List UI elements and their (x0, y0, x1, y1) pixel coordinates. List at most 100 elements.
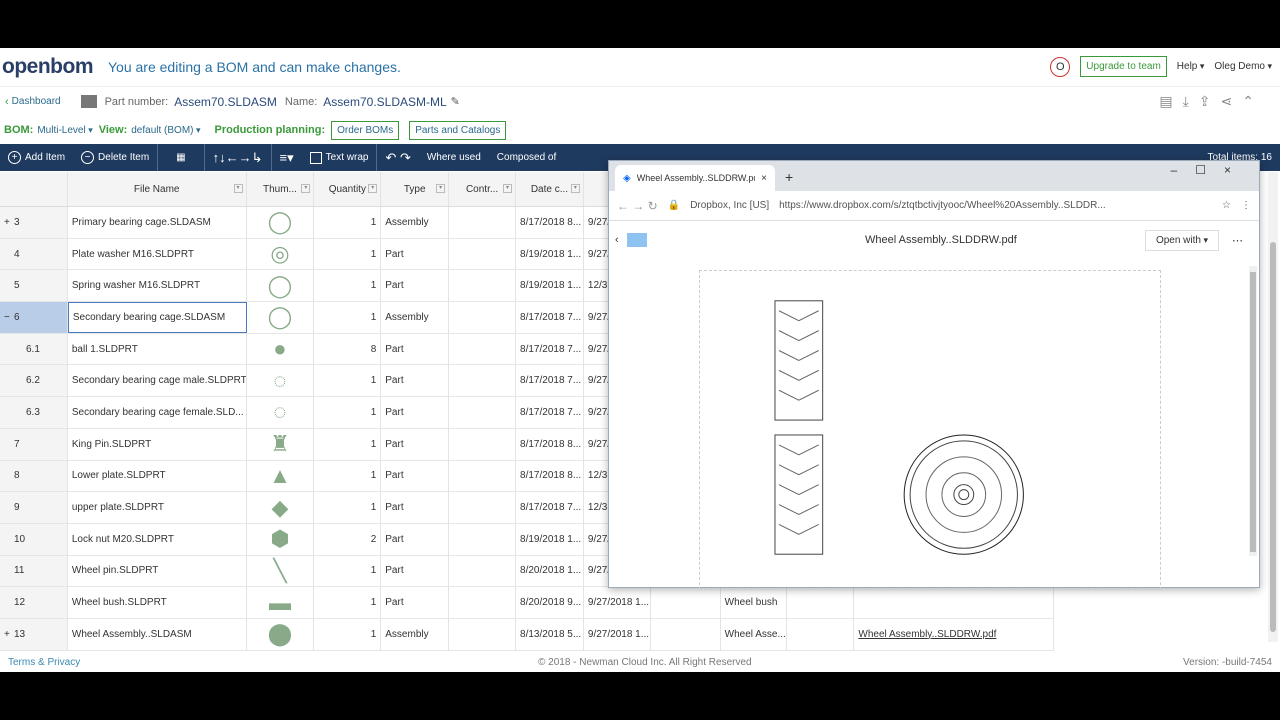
contr-cell[interactable] (449, 618, 517, 650)
quantity-cell[interactable]: 1 (314, 302, 382, 333)
type-cell[interactable]: Assembly (381, 302, 450, 333)
part-thumbnail-icon[interactable]: ◆ (258, 494, 302, 522)
file-name-cell[interactable]: Secondary bearing cage female.SLD... (68, 397, 247, 428)
file-name-cell[interactable]: King Pin.SLDPRT (68, 428, 247, 460)
type-cell[interactable]: Part (381, 270, 450, 302)
contr-cell[interactable] (449, 460, 517, 492)
empty-cell[interactable] (651, 587, 721, 618)
drawing-link-cell[interactable] (854, 587, 1054, 618)
thumbnail-icon[interactable]: ◌ (247, 397, 315, 428)
row-number[interactable]: 6.1 (0, 333, 68, 365)
contr-cell[interactable] (449, 270, 517, 302)
thumbnail-icon[interactable]: ⬢ (247, 523, 315, 555)
thumbnail-icon[interactable]: ● (247, 333, 315, 365)
file-name-cell[interactable]: Wheel bush.SLDPRT (68, 587, 247, 618)
align-icon[interactable]: ≡▾ (272, 144, 302, 171)
contr-cell[interactable] (449, 428, 517, 460)
column-header-1[interactable]: File Name ▾ (68, 172, 247, 206)
filter-icon[interactable]: ▾ (301, 184, 311, 193)
row-number[interactable]: −6 (0, 302, 68, 333)
expand-icon[interactable]: + (4, 629, 14, 640)
row-number[interactable]: 6.3 (0, 397, 68, 428)
file-name-cell[interactable]: Plate washer M16.SLDPRT (68, 238, 247, 270)
back-chevron-icon[interactable]: ‹ (5, 96, 9, 108)
date-created-cell[interactable]: 8/20/2018 1... (516, 555, 584, 587)
quantity-cell[interactable]: 1 (314, 428, 382, 460)
thumbnail-icon[interactable]: ⬤ (247, 618, 315, 650)
quantity-cell[interactable]: 8 (314, 333, 382, 365)
filter-icon[interactable]: ▾ (233, 184, 243, 193)
empty-cell[interactable] (787, 618, 855, 650)
contr-cell[interactable] (449, 492, 517, 523)
row-number[interactable]: +3 (0, 207, 68, 238)
view-select[interactable]: default (BOM) (131, 125, 200, 136)
image-icon[interactable] (80, 95, 97, 108)
part-thumbnail-icon[interactable]: ♜ (258, 430, 302, 458)
thumbnail-icon[interactable]: ◎ (247, 238, 315, 270)
thumbnail-icon[interactable]: ◯ (247, 207, 315, 238)
row-number[interactable]: 8 (0, 460, 68, 492)
column-header-4[interactable]: Type ▾ (381, 172, 450, 206)
type-cell[interactable]: Part (381, 492, 450, 523)
filter-icon[interactable]: ▾ (503, 184, 513, 193)
quantity-cell[interactable]: 1 (314, 555, 382, 587)
column-header-6[interactable]: Date c... ▾ (516, 172, 584, 206)
star-icon[interactable]: ☆ (1222, 200, 1231, 211)
pdf-scrollbar[interactable] (1249, 266, 1257, 556)
table-row[interactable]: 12 Wheel bush.SLDPRT ▬ 1 Part 8/20/2018 9... 9… (0, 587, 1054, 619)
date-created-cell[interactable]: 8/19/2018 1... (516, 523, 584, 555)
date-created-cell[interactable]: 8/13/2018 5... (516, 618, 584, 650)
address-bar[interactable]: ← → ↻ 🔒 Dropbox, Inc [US] https://www.dr… (609, 191, 1259, 221)
type-cell[interactable]: Assembly (381, 207, 450, 238)
expand-icon[interactable]: − (4, 312, 14, 323)
date-created-cell[interactable]: 8/19/2018 1... (516, 270, 584, 302)
row-number[interactable]: 5 (0, 270, 68, 302)
table-row[interactable]: +13 Wheel Assembly..SLDASM ⬤ 1 Assembly 8/13/… (0, 618, 1054, 651)
help-menu[interactable]: Help (1177, 61, 1205, 72)
filter-icon[interactable]: ▾ (570, 184, 580, 193)
type-cell[interactable]: Part (381, 428, 450, 460)
open-with-button[interactable]: Open with (1144, 229, 1219, 251)
file-name-cell[interactable]: upper plate.SLDPRT (68, 492, 247, 523)
thumbnail-icon[interactable]: ♜ (247, 428, 315, 460)
contr-cell[interactable] (449, 365, 517, 397)
contr-cell[interactable] (449, 302, 517, 333)
file-name-cell[interactable]: Wheel Assembly..SLDASM (68, 618, 247, 650)
new-tab-icon[interactable]: + (785, 169, 793, 185)
type-cell[interactable]: Part (381, 587, 450, 618)
quantity-cell[interactable]: 1 (314, 270, 382, 302)
type-cell[interactable]: Part (381, 333, 450, 365)
expand-icon[interactable]: + (4, 217, 14, 228)
date-created-cell[interactable]: 8/19/2018 1... (516, 238, 584, 270)
type-cell[interactable]: Assembly (381, 618, 450, 650)
row-number[interactable]: 9 (0, 492, 68, 523)
contr-cell[interactable] (449, 238, 517, 270)
row-number[interactable]: 6.2 (0, 365, 68, 397)
part-thumbnail-icon[interactable]: ● (258, 335, 302, 363)
nav-icons[interactable]: ← → ↻ (617, 199, 658, 213)
text-wrap-toggle[interactable]: Text wrap (302, 144, 377, 171)
description-cell[interactable]: Wheel bush (721, 587, 787, 618)
row-number[interactable]: +13 (0, 618, 68, 650)
description-cell[interactable]: Wheel Asse... (721, 618, 787, 650)
user-avatar[interactable]: O (1050, 56, 1071, 77)
date-modified-cell[interactable]: 9/27/2018 1... (584, 587, 651, 618)
date-modified-cell[interactable]: 9/27/2018 1... (584, 618, 651, 650)
quantity-cell[interactable]: 2 (314, 523, 382, 555)
part-thumbnail-icon[interactable]: ╲ (258, 557, 302, 585)
part-thumbnail-icon[interactable]: ⬢ (258, 525, 302, 553)
column-header-2[interactable]: Thum... ▾ (247, 172, 315, 206)
grid-view-icon[interactable]: ▦ (158, 144, 203, 171)
file-name-cell[interactable]: Secondary bearing cage.SLDASM (67, 302, 247, 333)
close-tab-icon[interactable]: × (761, 173, 767, 184)
menu-icon[interactable]: ⋮ (1241, 200, 1251, 211)
action-icons[interactable]: ▤⤓⇪⋖⌃ (1159, 93, 1264, 110)
type-cell[interactable]: Part (381, 555, 450, 587)
part-thumbnail-icon[interactable]: ▲ (258, 462, 302, 490)
date-created-cell[interactable]: 8/17/2018 7... (516, 397, 584, 428)
quantity-cell[interactable]: 1 (314, 397, 382, 428)
contr-cell[interactable] (449, 333, 517, 365)
date-created-cell[interactable]: 8/17/2018 8... (516, 207, 584, 238)
contr-cell[interactable] (449, 523, 517, 555)
thumbnail-icon[interactable]: ▲ (247, 460, 315, 492)
